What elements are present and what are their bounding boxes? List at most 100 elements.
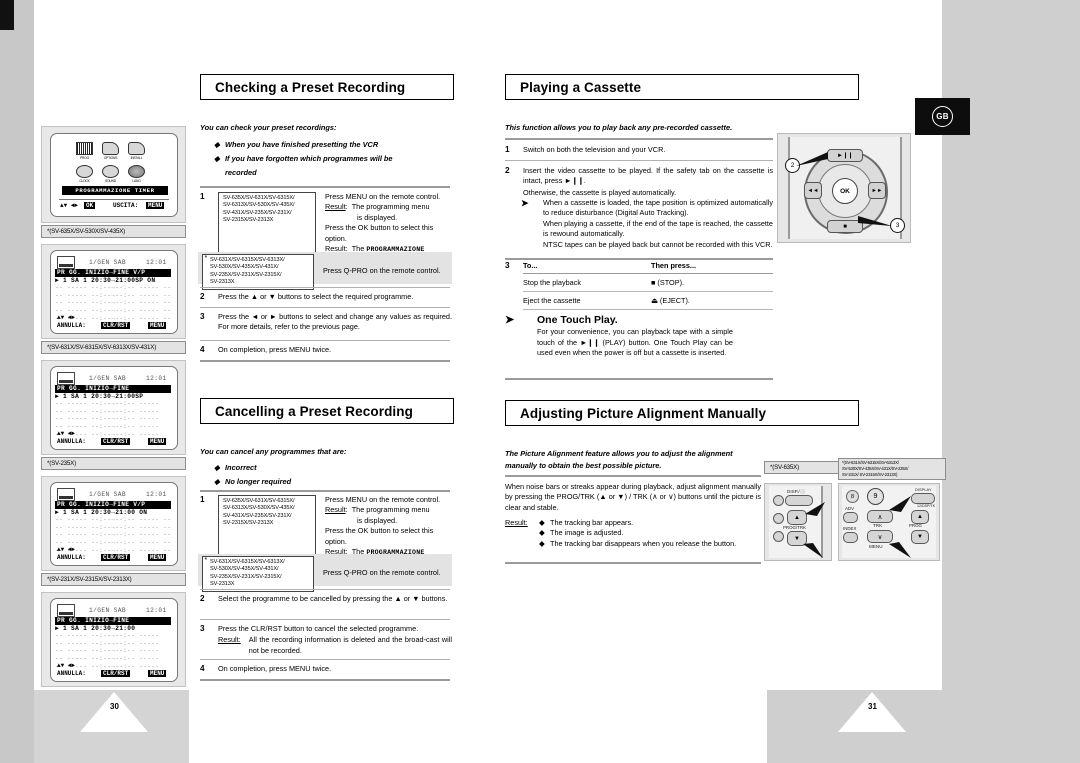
osd-table-empty-row: -- ----- --:--→--:-- ----- [55,647,160,655]
step-number: 1 [200,192,205,201]
remote-caption-sv635x: *(SV-635X) [764,461,842,474]
model-line: SV-2315X/SV-2313X [223,217,274,224]
osd-table-empty-row: -- ----- --:--→--:-- ----- [55,639,160,647]
step-text: Select the programme to be cancelled by … [218,594,448,603]
model-line: SV-2315X/SV-2313X [223,520,274,527]
bullet-diamond-icon: ◆ [539,518,545,527]
osd-highlight-programmazione-timer: PROGRAMMAZIONE TIMER [62,186,168,195]
osd-footer-annulla-label: ANNULLA: [57,670,86,677]
osd-footer-menu-key: MENU [148,670,167,677]
aux-button-1[interactable] [773,495,784,506]
bullet-text: Incorrect [225,463,257,472]
playing-intro: This function allows you to play back an… [505,123,733,132]
ok-button[interactable]: OK [832,178,858,204]
bullet-text: If you have forgotten which programmes w… [225,154,393,163]
arrow-note-icon: ➤ [521,198,529,208]
cancelling-step-2: 2 Select the programme to be cancelled b… [200,594,452,604]
numeric-button-8[interactable]: 8 [846,490,859,503]
osd-caption-menu: *(SV-635X/SV-530X/SV-435X) [41,225,186,238]
display-label: DISPLAY [915,487,932,492]
osd-table-empty-row: -- ----- --:--→--:-- ----- [55,632,160,640]
index-label: INDEX [843,526,857,531]
remote-illustration-progtrk: DISP./⚪ ▲ PROG/TRK ▼ [764,483,832,561]
osd-time: 12:01 [146,259,167,266]
alignment-result: Result: ◆ The tracking bar appears. ◆ The … [505,518,761,549]
callout-2-leader-line [796,152,828,166]
cancelling-step-4: 4 On completion, press MENU twice. [200,664,452,674]
divider [505,475,761,477]
menu-icon-install: INSTALL [128,142,145,160]
osd-table-empty-row: -- ----- --:--→--:-- ----- [55,415,160,423]
divider [200,679,450,681]
note-text: NTSC tapes can be played back but cannot… [543,239,773,249]
osd-panel-timer-2: 1/GEN SAB 12:01 PR GG. INIZIO→FINE ► 1 S… [41,360,186,455]
divider [200,619,450,620]
note-text: When playing a cassette, if the end of t… [543,218,773,239]
divider [505,378,773,380]
display-button[interactable] [911,493,935,504]
index-button[interactable] [843,532,858,543]
instruction-line: Press the OK button to select this optio… [324,526,434,546]
model-line: SV-6313X/SV-530X/SV-435X/ [223,505,295,512]
section-heading-alignment: Adjusting Picture Alignment Manually [505,400,859,426]
instruction-line: Press Q-PRO on the remote control. [323,266,441,275]
menu-icon-options: OPTIONS [102,142,119,160]
osd-footer-exit-label: USCITA: [113,202,139,209]
instruction-line: Press MENU on the remote control. [324,495,441,504]
table-row: Stop the playback ■ (STOP). [523,273,773,292]
playing-step-2: 2 Insert the video cassette to be played… [505,166,773,198]
alignment-intro-line: The Picture Alignment feature allows you… [505,449,733,458]
osd-table-row-1: ► 1 SA 1 20:30→21:00SP [55,392,144,400]
edge-tab-marker [0,0,14,30]
osd-table-header: PR GG. INIZIO→FINE V/P [55,269,172,277]
bullet-diamond-icon: ◆ [214,463,220,472]
remote-illustration-trk: 8 9 DISPLAY ADV INDEX ∧ TRK ∨ ▲ PROG ▼ M… [838,483,940,561]
step-number: 3 [200,312,205,321]
step-extra-text: Otherwise, the cassette is played automa… [523,187,677,197]
model-line: SV-2313X [210,279,235,286]
osd-date: 1/GEN SAB [89,375,127,382]
aux-button-3[interactable] [773,531,784,542]
table-cell-button: ■ (STOP). [651,273,773,292]
model-line: SV-235X/SV-231X/SV-2315X/ [210,271,282,278]
model-line: SV-235X/SV-231X/SV-2315X/ [210,573,282,580]
section-heading-cancelling: Cancelling a Preset Recording [200,398,454,424]
aux-button-2[interactable] [773,513,784,524]
model-line: SV-431X/SV-235X/SV-231X/ [223,512,292,519]
step-number: 3 [505,261,510,270]
caption-line: SV-231X/ SV-2315X/SV-2313X) [842,472,898,477]
step-number: 3 [200,624,205,633]
osd-footer-annulla-label: ANNULLA: [57,554,86,561]
checking-step-4: 4 On completion, press MENU twice. [200,345,452,355]
numeric-button-9[interactable]: 9 [867,488,884,505]
checking-intro: You can check your preset recordings: [200,123,337,132]
osd-footer-menu-key: MENU [148,438,167,445]
adv-button[interactable] [843,512,858,523]
model-line: SV-631X/SV-6315X/SV-6313X/ [210,257,285,263]
result-bullet-text: The tracking bar disappears when you rel… [550,538,737,548]
note-text: When a cassette is loaded, the tape posi… [543,198,773,218]
playing-step-1: 1 Switch on both the television and your… [505,145,773,155]
alignment-body-text: When noise bars or streaks appear during… [505,482,761,512]
forward-button[interactable]: ►► [868,182,886,199]
asterisk-icon: * [204,557,208,564]
menu-icon-lang: LANG [128,165,145,183]
divider [200,589,450,590]
rewind-button[interactable]: ◄◄ [804,182,822,199]
tip-text: For your convenience, you can playback t… [537,327,733,358]
osd-prog-logo [57,372,75,385]
cancelling-step-qpro: * SV-631X/SV-6315X/SV-6313X/ SV-530X/SV-… [202,556,452,592]
instruction-line: Press Q-PRO on the remote control. [323,568,441,577]
prog-down-button[interactable]: ▼ [911,530,929,544]
result-label: Result: [218,635,241,645]
divider [505,138,773,140]
osd-prog-logo [57,256,75,269]
osd-table-empty-row: -- ----- --:--→--:-- ----- -- [55,284,172,292]
osd-footer-nav: ▲▼ ◄► [57,546,76,553]
step-main-text: Insert the video cassette to be played. … [523,166,773,186]
osd-caption-timer-2: *(SV-235X) [41,457,186,470]
model-line: SV-6313X/SV-530X/SV-435X/ [223,202,295,209]
prog-up-button[interactable]: ▲ [911,510,929,524]
osd-table-row-1: ► 1 SA 1 20:30→21:00SP ON [55,276,156,284]
progtrk-down-arrow-icon [803,543,823,558]
